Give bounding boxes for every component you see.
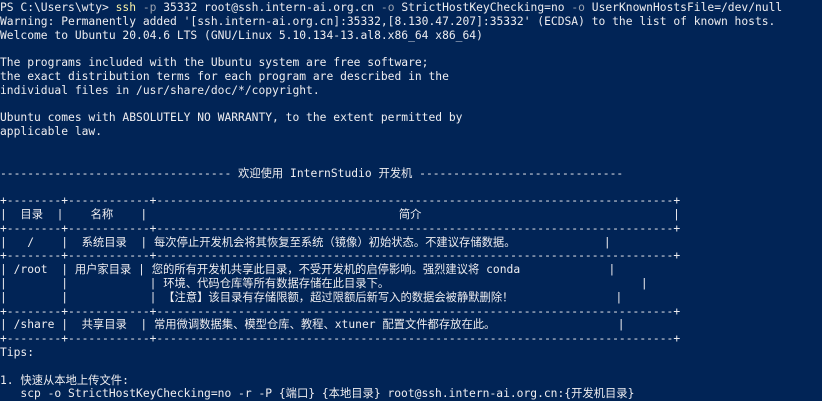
terminal-window[interactable]: PS C:\Users\wty> ssh -p 35332 root@ssh.i… <box>0 0 822 401</box>
tip-command: scp -o StrictHostKeyChecking=no -r -P {端… <box>0 387 635 401</box>
table-header-row: | 目录 | 名称 | 简介 | <box>0 207 680 221</box>
table-row: | | | 【注意】该目录有存储限额，超过限额后新写入的数据会被静默删除！ | <box>0 290 623 304</box>
table-border: +--------+------------+-----------------… <box>0 249 681 263</box>
warranty-line: applicable law. <box>0 125 103 139</box>
command-option: -o <box>571 1 585 14</box>
table-border: +--------+------------+-----------------… <box>0 304 681 318</box>
table-border: +--------+------------+-----------------… <box>0 332 681 346</box>
warranty-line: Ubuntu comes with ABSOLUTELY NO WARRANTY… <box>0 111 463 125</box>
welcome-line: Welcome to Ubuntu 20.04.6 LTS (GNU/Linux… <box>0 28 483 42</box>
command-arg: 35332 root@ssh.intern-ai.org.cn <box>156 1 381 14</box>
license-line: The programs included with the Ubuntu sy… <box>0 56 429 70</box>
table-row: | / | 系统目录 | 每次停止开发机会将其恢复至系统（镜像）初始状态。不建议… <box>0 235 611 249</box>
tips-heading: Tips: <box>0 345 35 359</box>
table-row: | /root | 用户家目录 | 您的所有开发机共享此目录，不受开发机的启停影… <box>0 263 616 277</box>
ps-prompt: PS C:\Users\wty> <box>0 1 116 14</box>
warning-line: Warning: Permanently added '[ssh.intern-… <box>0 14 776 28</box>
command-arg: StrictHostKeyChecking=no <box>394 1 572 14</box>
command-option: -o <box>380 1 395 14</box>
command-arg <box>136 1 143 14</box>
table-row: | /share | 共享目录 | 常用微调数据集、模型仓库、教程、xtuner… <box>0 318 625 332</box>
command-arg: UserKnownHostsFile=/dev/null <box>584 1 783 14</box>
license-line: individual files in /usr/share/doc/*/cop… <box>0 83 320 97</box>
table-row: | | | 环境、代码仓库等所有数据存储在此目录下。 | <box>0 276 648 290</box>
welcome-banner: ---------------------------------- 欢迎使用 … <box>0 166 624 180</box>
license-line: the exact distribution terms for each pr… <box>0 69 449 83</box>
table-border: +--------+------------+-----------------… <box>0 194 681 208</box>
table-border: +--------+------------+-----------------… <box>0 221 681 235</box>
command-name: ssh <box>115 1 137 14</box>
command-option: -p <box>142 1 157 14</box>
tip-item: 1. 快速从本地上传文件: <box>0 373 129 387</box>
prompt-line: PS C:\Users\wty> ssh -p 35332 root@ssh.i… <box>0 1 822 15</box>
